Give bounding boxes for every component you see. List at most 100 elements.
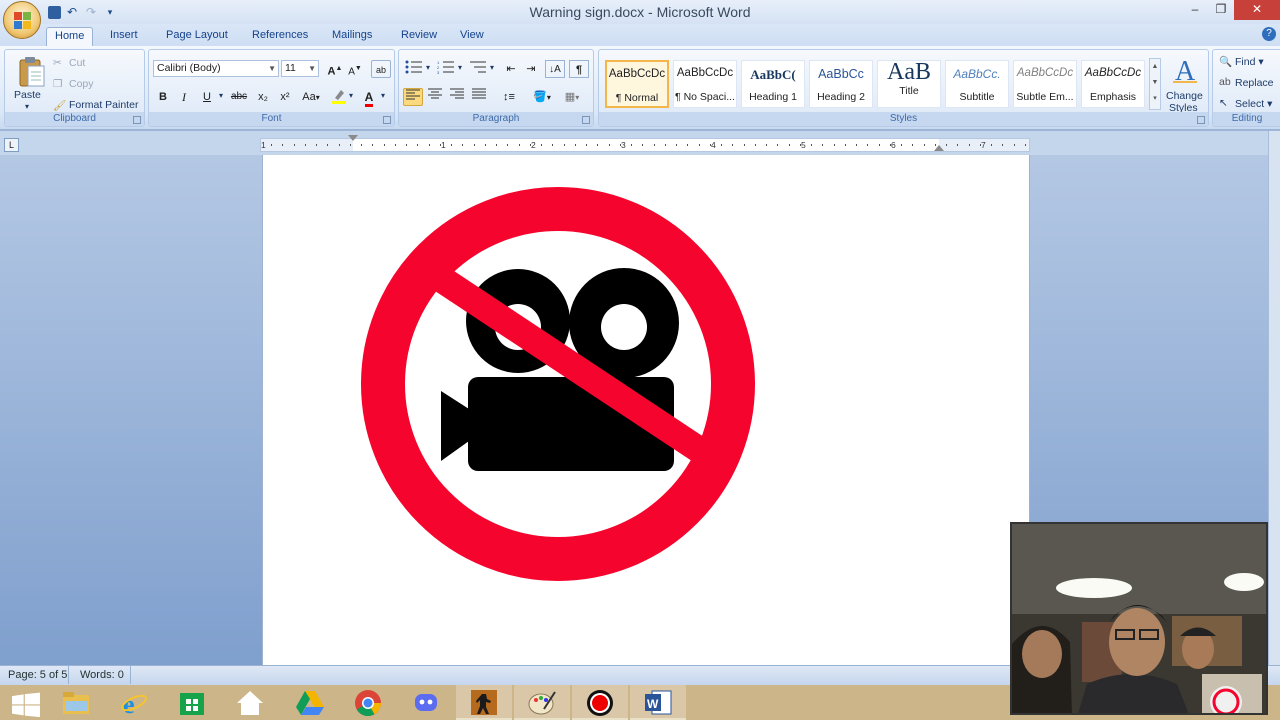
style-title[interactable]: AaB Title [877,59,941,108]
style-no-spacing[interactable]: AaBbCcDc ¶ No Spaci... [673,60,737,108]
change-styles-icon[interactable]: A [1169,54,1203,88]
first-line-indent-marker[interactable] [348,135,358,141]
vertical-scrollbar[interactable] [1268,131,1280,666]
select-button[interactable]: Select ▾ [1235,98,1272,110]
font-launcher-icon[interactable] [383,116,391,124]
window-title: Warning sign.docx - Microsoft Word [529,4,751,20]
bold-button[interactable]: B [153,88,173,106]
discord-taskbar-item[interactable] [398,685,454,720]
multilevel-list-icon[interactable] [467,60,489,78]
increase-indent-icon[interactable]: ⇥ [521,60,541,78]
find-icon[interactable]: 🔍 [1219,55,1232,68]
home-taskbar-item[interactable] [222,685,278,720]
file-explorer-taskbar-item[interactable] [48,685,104,720]
decrease-indent-icon[interactable]: ⇤ [501,60,521,78]
word-count[interactable]: Words: 0 [80,666,124,684]
style-heading-2[interactable]: AaBbCc Heading 2 [809,60,873,108]
cut-button[interactable]: Cut [69,57,85,69]
font-size-input[interactable]: 11 ▼ [281,60,319,77]
cut-icon[interactable]: ✂ [53,57,62,69]
style-subtle-emphasis[interactable]: AaBbCcDc Subtle Em... [1013,60,1077,108]
styles-scroll[interactable]: ▲ ▼ ▾ [1149,58,1161,110]
tab-insert[interactable]: Insert [102,27,146,46]
superscript-button[interactable]: x² [275,88,295,106]
replace-icon[interactable]: ab [1219,76,1231,88]
clear-formatting-button[interactable]: ab [371,60,391,78]
chrome-taskbar-item[interactable] [340,685,396,720]
tab-mailings[interactable]: Mailings [324,27,380,46]
page-count[interactable]: Page: 5 of 5 [8,666,67,684]
line-spacing-icon[interactable]: ↕≡ [497,88,521,106]
style-normal[interactable]: AaBbCcDc ¶ Normal [605,60,669,108]
sort-icon[interactable]: ↓A [545,60,565,78]
style-emphasis[interactable]: AaBbCcDc Emphasis [1081,60,1145,108]
align-right-icon[interactable] [447,88,467,106]
google-drive-taskbar-item[interactable] [282,685,338,720]
change-styles-label-1[interactable]: Change [1166,90,1203,102]
font-name-input[interactable]: Calibri (Body) ▼ [153,60,279,77]
change-case-button[interactable]: Aa▾ [299,88,323,106]
document-page[interactable] [262,155,1030,675]
styles-launcher-icon[interactable] [1197,116,1205,124]
numbering-icon[interactable]: 123 [435,60,457,78]
copy-button[interactable]: Copy [69,78,94,90]
restore-button[interactable]: ❐ [1208,0,1234,20]
internet-explorer-taskbar-item[interactable]: e [106,685,162,720]
paste-icon[interactable] [18,56,46,88]
italic-button[interactable]: I [174,88,194,106]
paragraph-launcher-icon[interactable] [582,116,590,124]
strikethrough-button[interactable]: abc [229,88,249,106]
font-color-icon[interactable]: A [359,88,379,107]
grow-font-button[interactable]: A▲ [325,60,345,78]
borders-icon[interactable]: ▦▾ [559,88,585,106]
ruler-tick [496,144,497,146]
tab-references[interactable]: References [244,27,316,46]
underline-button[interactable]: U [197,88,217,106]
copy-icon[interactable]: ❐ [53,78,62,90]
store-taskbar-item[interactable] [164,685,220,720]
office-button[interactable] [3,1,41,39]
highlight-icon[interactable] [329,88,349,106]
ruler-tick [979,144,981,146]
ruler-tick [282,144,284,146]
close-button[interactable]: ✕ [1234,0,1280,20]
google-drive-icon [296,691,324,715]
folder-icon [63,692,89,714]
recorder-taskbar-item[interactable] [572,685,628,720]
clipboard-launcher-icon[interactable] [133,116,141,124]
help-icon[interactable]: ? [1262,27,1276,41]
ruler-tick [642,144,644,146]
tab-view[interactable]: View [452,27,492,46]
format-painter-button[interactable]: Format Painter [69,99,138,111]
no-filming-sign-image[interactable] [263,155,1031,675]
style-subtitle[interactable]: AaBbCc. Subtitle [945,60,1009,108]
format-painter-icon[interactable]: 🖌 [53,99,66,112]
style-heading-1[interactable]: AaBbC( Heading 1 [741,60,805,108]
paragraph-group-label: Paragraph [399,112,593,126]
find-button[interactable]: Find ▾ [1235,56,1264,68]
office-logo-icon [14,12,32,30]
show-formatting-icon[interactable]: ¶ [569,60,589,78]
horizontal-ruler[interactable]: 1 1 2 3 4 5 6 7 [260,135,1030,152]
align-left-icon[interactable] [403,88,423,106]
svg-text:3: 3 [437,70,440,74]
bullets-icon[interactable] [403,60,425,78]
align-center-icon[interactable] [425,88,445,106]
shading-icon[interactable]: 🪣▾ [529,88,555,106]
replace-button[interactable]: Replace [1235,77,1274,89]
game-taskbar-item[interactable] [456,685,512,720]
shrink-font-button[interactable]: A▼ [345,60,365,78]
paste-button[interactable]: Paste [14,89,41,101]
select-icon[interactable]: ↖ [1219,97,1228,109]
subscript-button[interactable]: x₂ [253,88,273,106]
justify-icon[interactable] [469,88,489,106]
paint-icon [528,691,556,715]
tab-review[interactable]: Review [393,27,445,46]
word-taskbar-item[interactable]: W [630,685,686,720]
tab-selector[interactable]: L [4,138,19,152]
paint-taskbar-item[interactable] [514,685,570,720]
start-button[interactable] [0,685,48,720]
tab-home[interactable]: Home [46,27,94,46]
tab-page-layout[interactable]: Page Layout [158,27,236,46]
minimize-button[interactable]: – [1182,0,1208,20]
